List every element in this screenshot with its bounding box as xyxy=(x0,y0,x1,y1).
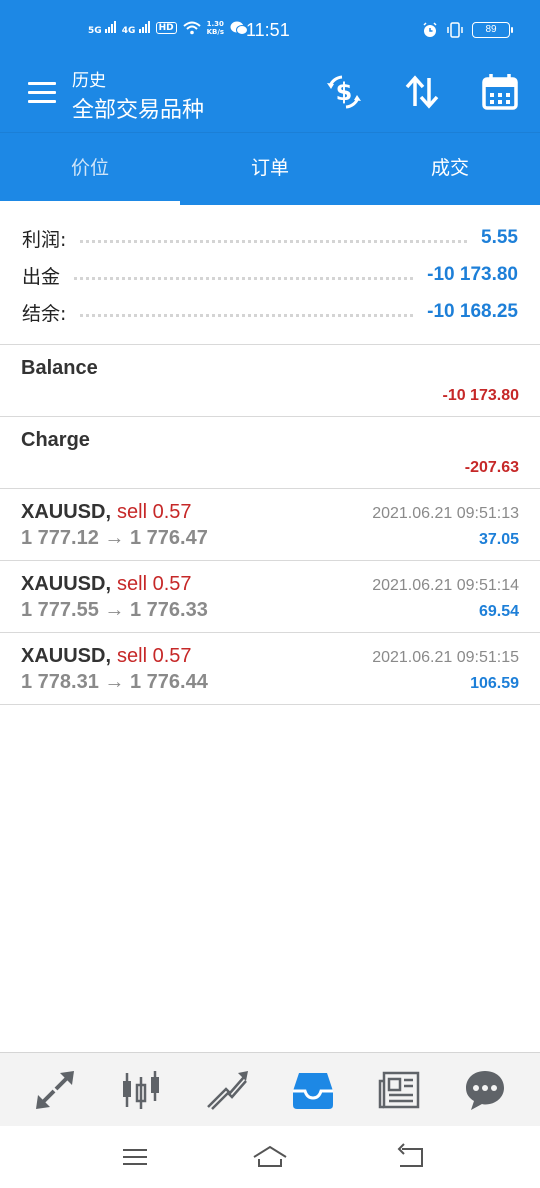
trade-icon[interactable] xyxy=(204,1067,250,1113)
operation-value: -207.63 xyxy=(464,459,519,476)
summary-row-balance: 结余: -10 168.25 xyxy=(22,293,518,331)
summary-label: 利润: xyxy=(22,228,67,251)
deal-symbol: XAUUSD, xyxy=(21,501,112,523)
sort-icon[interactable] xyxy=(402,72,442,112)
calendar-icon[interactable] xyxy=(480,72,520,112)
battery-level: 89 xyxy=(485,24,497,35)
operation-value: -10 173.80 xyxy=(442,387,519,404)
deal-profit: 106.59 xyxy=(470,675,519,692)
menu-icon-line xyxy=(28,100,56,103)
dotted-leader xyxy=(74,276,414,280)
tab-positions[interactable]: 价位 xyxy=(0,133,180,205)
quotes-icon[interactable] xyxy=(32,1067,78,1113)
news-icon[interactable] xyxy=(376,1067,422,1113)
status-bar: 5G 4G HD 1.30 KB/s 11:51 89 xyxy=(0,0,540,62)
summary-value: -10 168.25 xyxy=(427,301,518,322)
menu-icon-line xyxy=(28,82,56,85)
status-left: 5G 4G HD 1.30 KB/s xyxy=(88,20,249,36)
list-item-deal[interactable]: XAUUSD, sell 0.57 1 778.31 → 1 776.44 20… xyxy=(0,633,540,705)
symbol-filter-title[interactable]: 全部交易品种 xyxy=(72,92,204,124)
deal-symbol: XAUUSD, xyxy=(21,645,112,667)
history-summary: 利润: 5.55 出金 -10 173.80 结余: -10 168.25 xyxy=(0,205,540,345)
deal-time: 2021.06.21 09:51:13 xyxy=(372,505,519,522)
deal-profit: 37.05 xyxy=(478,531,519,548)
list-item-deal[interactable]: XAUUSD, sell 0.57 1 777.55 → 1 776.33 20… xyxy=(0,561,540,633)
summary-label: 出金 xyxy=(22,265,61,288)
dotted-leader xyxy=(80,313,414,317)
alarm-icon xyxy=(423,22,437,37)
signal-icon xyxy=(138,20,150,33)
deal-type: sell 0.57 xyxy=(117,501,192,523)
vibrate-icon xyxy=(447,22,463,38)
status-time: 11:51 xyxy=(246,20,290,40)
deal-symbol: XAUUSD, xyxy=(21,573,112,595)
tab-orders[interactable]: 订单 xyxy=(180,133,360,205)
deal-type: sell 0.57 xyxy=(117,645,192,667)
network-speed-unit: KB/s xyxy=(206,28,225,36)
chart-icon[interactable] xyxy=(118,1067,164,1113)
signal-icon xyxy=(104,20,116,33)
chat-icon[interactable] xyxy=(462,1067,508,1113)
bottom-navigation xyxy=(0,1052,540,1126)
summary-value: 5.55 xyxy=(481,227,518,248)
summary-row-profit: 利润: 5.55 xyxy=(22,219,518,257)
tab-deals[interactable]: 成交 xyxy=(360,133,540,205)
deal-type: sell 0.57 xyxy=(117,573,192,595)
hd-icon: HD xyxy=(155,22,177,34)
deal-time: 2021.06.21 09:51:14 xyxy=(372,577,519,594)
menu-button[interactable] xyxy=(28,82,56,104)
operation-title: Balance xyxy=(21,357,98,379)
wifi-icon xyxy=(182,21,201,35)
operation-title: Charge xyxy=(21,429,90,451)
history-icon[interactable] xyxy=(290,1067,336,1113)
network-4g-label: 4G xyxy=(121,25,136,36)
deal-profit: 69.54 xyxy=(478,603,519,620)
tab-bar: 价位 订单 成交 xyxy=(0,132,540,205)
deal-prices: 1 777.12 → 1 776.47 xyxy=(21,527,208,549)
page-subtitle: 历史 xyxy=(72,71,106,91)
list-item-charge[interactable]: Charge -207.63 xyxy=(0,417,540,489)
network-5g-label: 5G xyxy=(88,25,102,36)
app-bar: 历史 全部交易品种 $ xyxy=(0,62,540,132)
summary-row-withdrawal: 出金 -10 173.80 xyxy=(22,256,518,294)
network-speed-value: 1.30 xyxy=(206,20,224,28)
network-speed: 1.30 KB/s xyxy=(207,20,224,36)
deal-prices: 1 778.31 → 1 776.44 xyxy=(21,671,208,693)
deal-time: 2021.06.21 09:51:15 xyxy=(372,649,519,666)
back-icon[interactable] xyxy=(390,1140,430,1174)
battery-icon: 89 xyxy=(472,22,513,38)
network-5g-indicator: 5G xyxy=(88,20,116,36)
status-right: 89 xyxy=(422,22,513,38)
summary-value: -10 173.80 xyxy=(427,264,518,285)
recent-apps-icon[interactable] xyxy=(115,1140,155,1174)
home-icon[interactable] xyxy=(250,1140,290,1174)
deal-prices: 1 777.55 → 1 776.33 xyxy=(21,599,208,621)
network-4g-indicator: 4G xyxy=(121,20,150,36)
list-item-balance[interactable]: Balance -10 173.80 xyxy=(0,345,540,417)
svg-text:$: $ xyxy=(336,78,353,106)
currency-exchange-icon[interactable]: $ xyxy=(324,72,364,112)
dotted-leader xyxy=(80,239,468,243)
menu-icon-line xyxy=(28,91,56,94)
list-item-deal[interactable]: XAUUSD, sell 0.57 1 777.12 → 1 776.47 20… xyxy=(0,489,540,561)
system-navigation-bar xyxy=(0,1126,540,1188)
summary-label: 结余: xyxy=(22,302,67,325)
